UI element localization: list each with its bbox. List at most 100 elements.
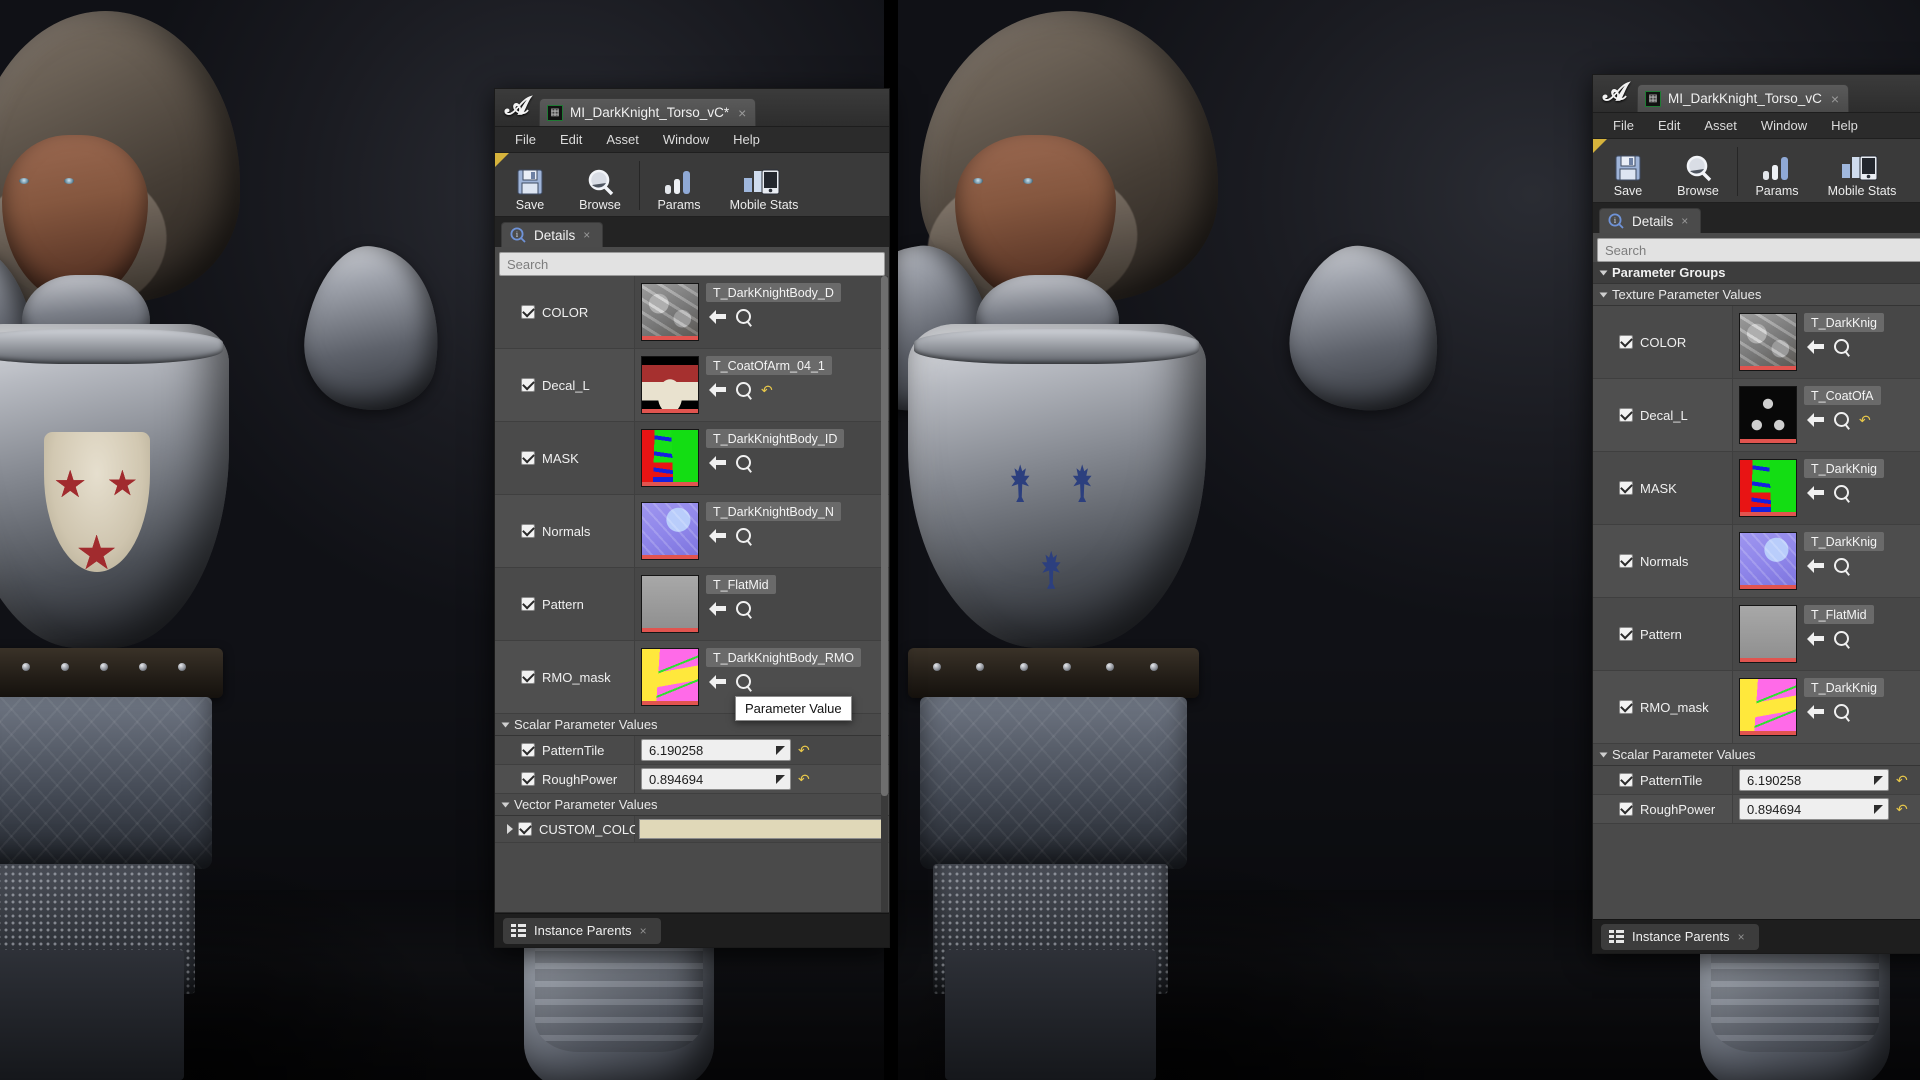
asset-name-field[interactable]: T_FlatMid bbox=[706, 575, 776, 594]
browse-to-asset-icon[interactable] bbox=[1834, 485, 1849, 500]
close-icon[interactable]: × bbox=[738, 105, 746, 121]
parameter-checkbox[interactable] bbox=[1619, 802, 1633, 816]
group-texture-parameter-values[interactable]: Texture Parameter Values bbox=[1593, 284, 1920, 306]
use-selected-asset-icon[interactable] bbox=[709, 528, 726, 543]
use-selected-asset-icon[interactable] bbox=[709, 309, 726, 324]
reset-to-default-icon[interactable]: ↶ bbox=[1896, 773, 1908, 787]
browse-to-asset-icon[interactable] bbox=[736, 674, 751, 689]
texture-thumbnail[interactable] bbox=[1739, 532, 1797, 590]
close-icon[interactable]: × bbox=[1681, 214, 1688, 228]
texture-thumbnail[interactable] bbox=[1739, 313, 1797, 371]
mobile-stats-button[interactable]: Mobile Stats bbox=[1812, 141, 1912, 202]
save-button[interactable]: Save bbox=[1593, 141, 1663, 202]
asset-tab-left[interactable]: ▦ MI_DarkKnight_Torso_vC* × bbox=[539, 98, 757, 126]
group-scalar-parameter-values[interactable]: Scalar Parameter Values bbox=[1593, 744, 1920, 766]
asset-name-field[interactable]: T_FlatMid bbox=[1804, 605, 1874, 624]
parameter-checkbox[interactable] bbox=[521, 597, 535, 611]
vector-parameter-row[interactable]: CUSTOM_COLOUR A bbox=[495, 816, 889, 843]
use-selected-asset-icon[interactable] bbox=[1807, 485, 1824, 500]
browse-to-asset-icon[interactable] bbox=[736, 528, 751, 543]
browse-to-asset-icon[interactable] bbox=[1834, 704, 1849, 719]
browse-to-asset-icon[interactable] bbox=[736, 455, 751, 470]
texture-thumbnail[interactable] bbox=[1739, 386, 1797, 444]
use-selected-asset-icon[interactable] bbox=[709, 601, 726, 616]
browse-to-asset-icon[interactable] bbox=[1834, 631, 1849, 646]
color-swatch[interactable] bbox=[639, 819, 885, 839]
texture-thumbnail[interactable] bbox=[641, 575, 699, 633]
asset-name-field[interactable]: T_DarkKnig bbox=[1804, 313, 1884, 332]
asset-name-field[interactable]: T_DarkKnig bbox=[1804, 678, 1884, 697]
texture-thumbnail[interactable] bbox=[641, 283, 699, 341]
menu-item-edit[interactable]: Edit bbox=[1646, 115, 1692, 136]
parameter-checkbox[interactable] bbox=[518, 822, 532, 836]
menu-item-help[interactable]: Help bbox=[721, 129, 772, 150]
use-selected-asset-icon[interactable] bbox=[1807, 339, 1824, 354]
parameter-checkbox[interactable] bbox=[1619, 408, 1633, 422]
reset-to-default-icon[interactable]: ↶ bbox=[798, 743, 810, 757]
reset-to-default-icon[interactable]: ↶ bbox=[1859, 413, 1871, 427]
texture-thumbnail[interactable] bbox=[641, 502, 699, 560]
search-input[interactable]: Search bbox=[1597, 238, 1920, 262]
texture-thumbnail[interactable] bbox=[641, 429, 699, 487]
search-input[interactable]: Search bbox=[499, 252, 885, 276]
scalar-parameter-row[interactable]: PatternTile 6.190258 ↶ bbox=[495, 736, 889, 765]
asset-name-field[interactable]: T_DarkKnig bbox=[1804, 459, 1884, 478]
menu-item-window[interactable]: Window bbox=[1749, 115, 1819, 136]
asset-tab-right[interactable]: ▦ MI_DarkKnight_Torso_vC × bbox=[1637, 84, 1850, 112]
scalar-value-input[interactable]: 6.190258 bbox=[1739, 769, 1889, 791]
reset-to-default-icon[interactable]: ↶ bbox=[1896, 802, 1908, 816]
close-icon[interactable]: × bbox=[1738, 930, 1745, 944]
texture-parameter-row[interactable]: COLOR T_DarkKnightBody_D bbox=[495, 276, 889, 349]
parameter-checkbox[interactable] bbox=[521, 670, 535, 684]
parameter-checkbox[interactable] bbox=[1619, 773, 1633, 787]
use-selected-asset-icon[interactable] bbox=[709, 674, 726, 689]
parameter-checkbox[interactable] bbox=[521, 524, 535, 538]
asset-name-field[interactable]: T_DarkKnig bbox=[1804, 532, 1884, 551]
chevron-right-icon[interactable] bbox=[507, 824, 513, 834]
browse-to-asset-icon[interactable] bbox=[736, 601, 751, 616]
texture-thumbnail[interactable] bbox=[1739, 459, 1797, 517]
browse-to-asset-icon[interactable] bbox=[736, 382, 751, 397]
parameter-checkbox[interactable] bbox=[521, 772, 535, 786]
parameter-checkbox[interactable] bbox=[521, 305, 535, 319]
parameter-list-left[interactable]: COLOR T_DarkKnightBody_D Decal_L T_CoatOfAr… bbox=[495, 276, 889, 912]
parameter-checkbox[interactable] bbox=[1619, 335, 1633, 349]
mobile-stats-button[interactable]: Mobile Stats bbox=[714, 155, 814, 216]
texture-parameter-row[interactable]: Normals T_DarkKnightBody_N bbox=[495, 495, 889, 568]
asset-name-field[interactable]: T_CoatOfA bbox=[1804, 386, 1881, 405]
vertical-scrollbar[interactable] bbox=[881, 276, 888, 912]
browse-to-asset-icon[interactable] bbox=[1834, 558, 1849, 573]
parameter-checkbox[interactable] bbox=[1619, 627, 1633, 641]
parameter-list-right[interactable]: Parameter Groups Texture Parameter Value… bbox=[1593, 262, 1920, 928]
save-button[interactable]: Save bbox=[495, 155, 565, 216]
asset-name-field[interactable]: T_DarkKnightBody_N bbox=[706, 502, 841, 521]
texture-parameter-row[interactable]: COLOR T_DarkKnig bbox=[1593, 306, 1920, 379]
close-icon[interactable]: × bbox=[640, 924, 647, 938]
params-button[interactable]: Params bbox=[1742, 141, 1812, 202]
instance-parents-tab[interactable]: Instance Parents × bbox=[1601, 923, 1759, 950]
scalar-parameter-row[interactable]: RoughPower 0.894694 ↶ bbox=[1593, 795, 1920, 824]
scalar-parameter-row[interactable]: RoughPower 0.894694 ↶ bbox=[495, 765, 889, 794]
texture-thumbnail[interactable] bbox=[641, 356, 699, 414]
group-parameter-groups[interactable]: Parameter Groups bbox=[1593, 262, 1920, 284]
asset-name-field[interactable]: T_DarkKnightBody_D bbox=[706, 283, 841, 302]
menu-item-window[interactable]: Window bbox=[651, 129, 721, 150]
texture-parameter-row[interactable]: Decal_L T_CoatOfA ↶ bbox=[1593, 379, 1920, 452]
use-selected-asset-icon[interactable] bbox=[709, 455, 726, 470]
menu-item-asset[interactable]: Asset bbox=[594, 129, 651, 150]
reset-to-default-icon[interactable]: ↶ bbox=[761, 383, 773, 397]
parameter-checkbox[interactable] bbox=[1619, 481, 1633, 495]
browse-button[interactable]: Browse bbox=[1663, 141, 1733, 202]
texture-thumbnail[interactable] bbox=[641, 648, 699, 706]
parameter-checkbox[interactable] bbox=[521, 451, 535, 465]
texture-thumbnail[interactable] bbox=[1739, 678, 1797, 736]
texture-parameter-row[interactable]: MASK T_DarkKnig bbox=[1593, 452, 1920, 525]
menu-item-file[interactable]: File bbox=[1601, 115, 1646, 136]
use-selected-asset-icon[interactable] bbox=[709, 382, 726, 397]
details-tab[interactable]: i Details × bbox=[501, 222, 604, 247]
texture-parameter-row[interactable]: Decal_L T_CoatOfArm_04_1 ↶ bbox=[495, 349, 889, 422]
scalar-value-input[interactable]: 0.894694 bbox=[1739, 798, 1889, 820]
texture-parameter-row[interactable]: Pattern T_FlatMid bbox=[1593, 598, 1920, 671]
menu-item-file[interactable]: File bbox=[503, 129, 548, 150]
browse-to-asset-icon[interactable] bbox=[1834, 412, 1849, 427]
